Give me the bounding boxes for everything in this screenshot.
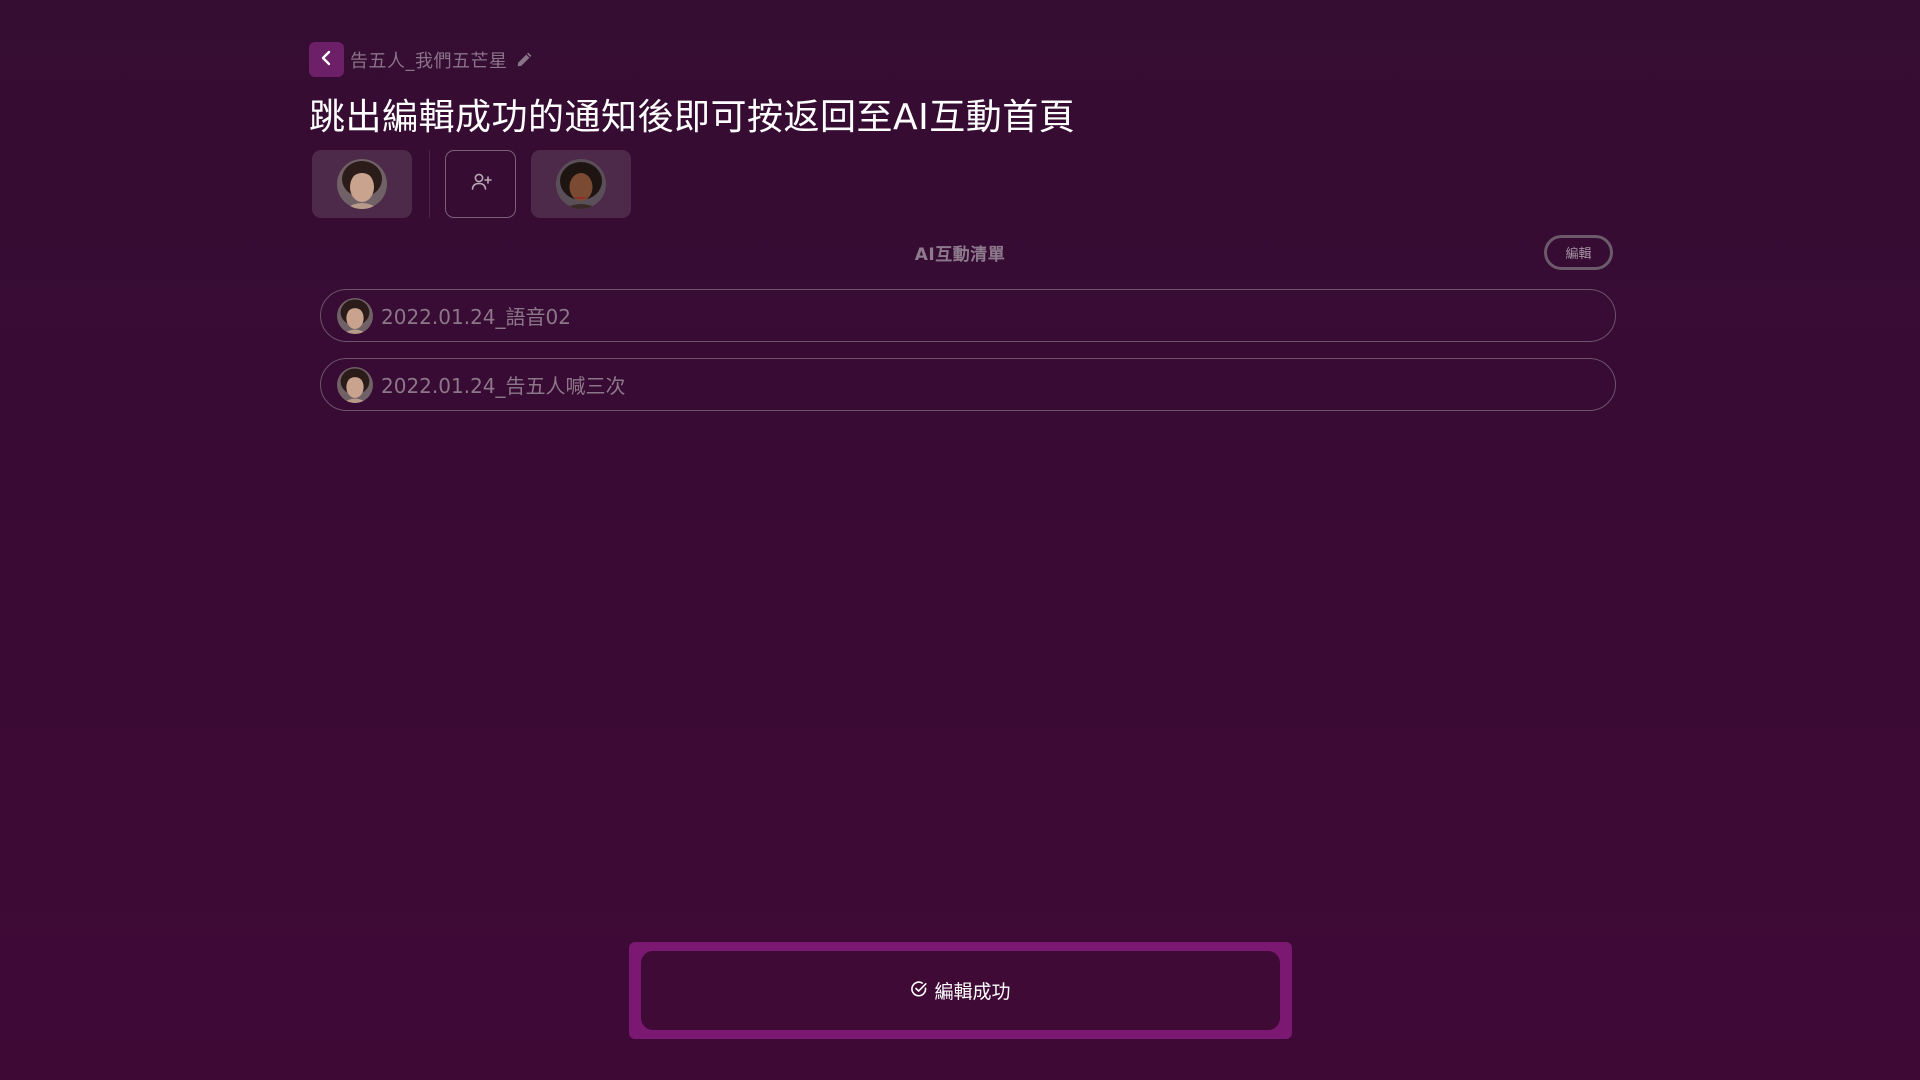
back-button[interactable] xyxy=(309,42,344,77)
pencil-icon[interactable] xyxy=(516,51,533,68)
avatar xyxy=(337,159,387,209)
section-title: AI互動清單 xyxy=(914,245,1006,265)
page-title: 跳出編輯成功的通知後即可按返回至AI互動首頁 xyxy=(309,97,1076,138)
edit-button[interactable]: 編輯 xyxy=(1544,235,1613,270)
add-participant-button[interactable] xyxy=(445,150,516,218)
check-circle-icon xyxy=(910,980,928,1002)
project-title: 告五人_我們五芒星 xyxy=(350,50,508,72)
participant-card-2[interactable] xyxy=(531,150,631,218)
toast-message: 編輯成功 xyxy=(934,981,1011,1003)
participant-card-1[interactable] xyxy=(312,150,412,218)
list-item[interactable]: 2022.01.24_告五人喊三次 xyxy=(320,358,1616,411)
success-toast: 編輯成功 xyxy=(629,942,1292,1039)
interaction-list: 2022.01.24_語音02 2022.01.24_告五人喊三次 xyxy=(320,289,1616,427)
header: 告五人_我們五芒星 xyxy=(309,42,533,77)
avatar xyxy=(556,159,606,209)
toast-content: 編輯成功 xyxy=(641,951,1280,1030)
user-plus-icon xyxy=(469,170,493,198)
participants-divider xyxy=(429,150,430,218)
avatar xyxy=(337,297,373,334)
list-item-label: 2022.01.24_語音02 xyxy=(381,305,571,329)
chevron-left-icon xyxy=(319,50,335,70)
avatar xyxy=(337,366,373,403)
breadcrumb: 告五人_我們五芒星 xyxy=(309,42,533,77)
list-item-label: 2022.01.24_告五人喊三次 xyxy=(381,374,626,398)
list-item[interactable]: 2022.01.24_語音02 xyxy=(320,289,1616,342)
